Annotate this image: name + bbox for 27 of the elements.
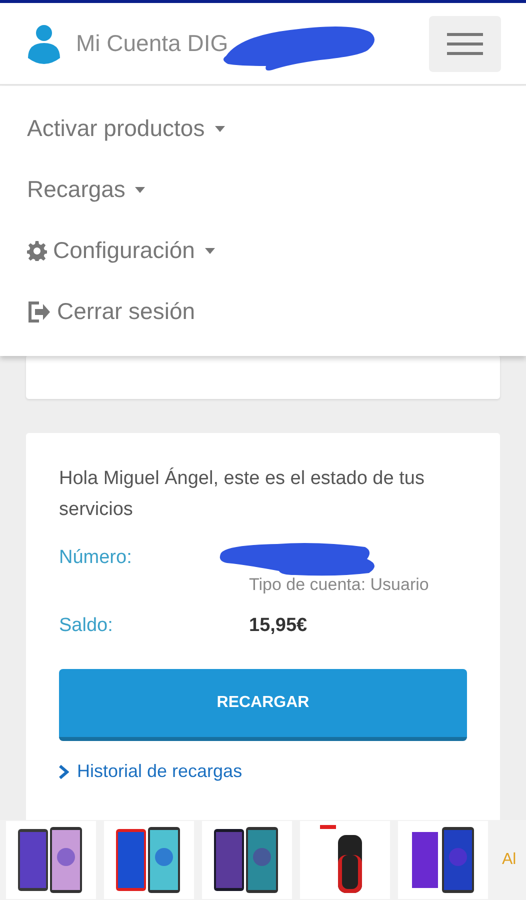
menu-icon	[447, 32, 483, 56]
caret-icon	[214, 126, 225, 132]
menu-button[interactable]	[429, 16, 501, 72]
menu-item-label: Recargas	[27, 176, 126, 203]
menu-item[interactable]: Activar productos	[0, 98, 526, 159]
caret-icon	[135, 186, 146, 192]
ad-text: Al	[502, 851, 516, 869]
recharge-button[interactable]: RECARGAR	[59, 669, 467, 741]
menu-item[interactable]: Recargas	[0, 159, 526, 220]
account-type-text: Tipo de cuenta: Usuario	[249, 575, 429, 595]
caret-icon	[204, 248, 215, 254]
menu-item[interactable]: Cerrar sesión	[0, 281, 526, 342]
menu-item-label: Activar productos	[27, 115, 205, 142]
number-label: Número:	[59, 547, 133, 570]
logout-icon	[27, 300, 51, 322]
account-title: Mi Cuenta DIG	[76, 30, 228, 57]
balance-value: 15,95€	[249, 615, 308, 637]
balance-label: Saldo:	[59, 615, 114, 637]
settings-icon	[27, 240, 47, 260]
chevron-icon	[59, 764, 69, 778]
greeting-text: Hola Miguel Ángel, este es el estado de tus servicios	[59, 466, 426, 522]
user-icon	[26, 24, 62, 64]
menu-item-label: Cerrar sesión	[57, 298, 196, 325]
menu-item-label: Configuración	[53, 237, 195, 264]
history-link[interactable]: Historial de recargas	[59, 761, 467, 782]
history-link-text: Historial de recargas	[77, 761, 242, 782]
menu-item[interactable]: Configuración	[0, 220, 526, 281]
